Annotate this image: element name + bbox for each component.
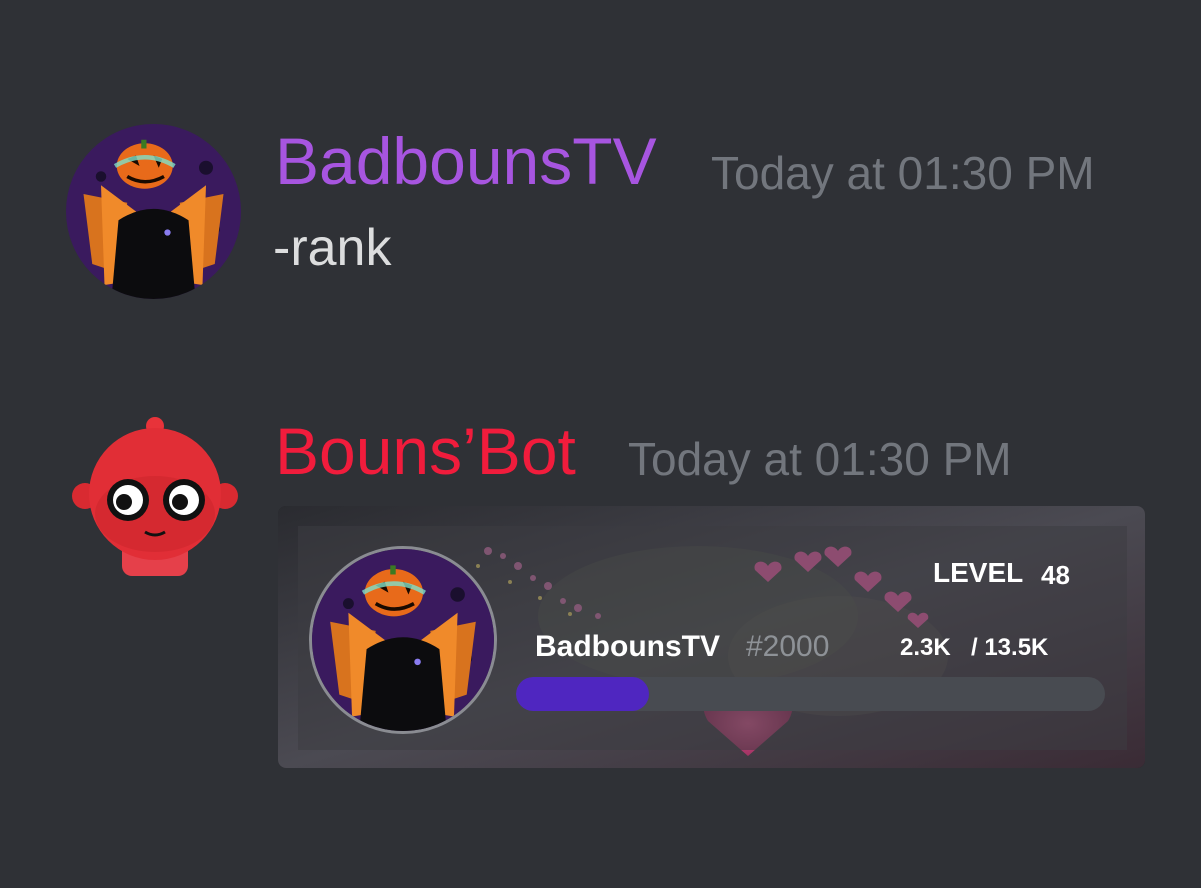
level-value: 48 bbox=[1041, 560, 1070, 590]
xp-progress-fill bbox=[516, 677, 650, 711]
level-label: LEVEL bbox=[933, 557, 1024, 588]
message-timestamp: Today at 01:30 PM bbox=[628, 433, 1012, 485]
xp-required: / 13.5K bbox=[971, 634, 1049, 661]
message-user: BadbounsTV Today at 01:30 PM -rank bbox=[0, 0, 1201, 330]
xp-progress-bar bbox=[516, 677, 1105, 711]
message-timestamp: Today at 01:30 PM bbox=[711, 147, 1095, 199]
pumpkin-head-avatar-icon bbox=[309, 546, 497, 734]
red-robot-avatar-icon[interactable] bbox=[70, 414, 240, 579]
message-username[interactable]: Bouns’Bot bbox=[275, 418, 576, 484]
xp-current: 2.3K bbox=[900, 634, 951, 661]
message-username[interactable]: BadbounsTV bbox=[275, 128, 657, 194]
message-content: -rank bbox=[273, 219, 392, 277]
rank-discriminator: #2000 bbox=[746, 630, 830, 663]
chat-log: BadbounsTV Today at 01:30 PM -rank Bouns… bbox=[0, 0, 1201, 888]
rank-username: BadbounsTV bbox=[535, 630, 720, 663]
pumpkin-head-avatar-icon[interactable] bbox=[66, 124, 241, 299]
